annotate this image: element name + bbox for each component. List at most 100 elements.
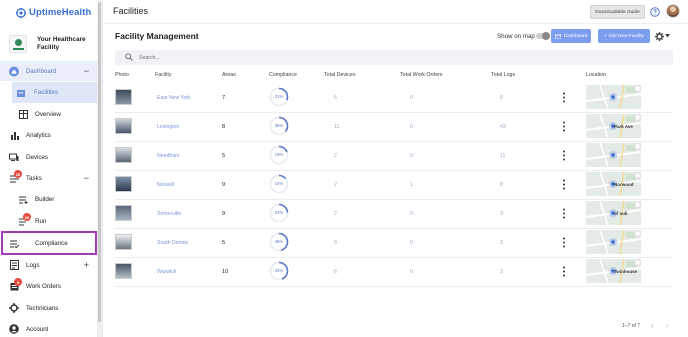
- search-bar[interactable]: [115, 50, 673, 65]
- location-map[interactable]: Twinhouse: [586, 259, 641, 283]
- facility-link[interactable]: Norwell: [157, 182, 174, 188]
- column-header-total-devices: Total Devices: [324, 72, 356, 78]
- total-work-orders-value: 0: [410, 124, 413, 130]
- avatar[interactable]: [666, 4, 680, 18]
- sidebar-item-label: Technicians: [26, 304, 59, 312]
- total-devices-value: 9: [334, 240, 337, 246]
- sidebar-item-label: Dashboard: [26, 67, 57, 75]
- sidebar-item-logs[interactable]: Logs +: [0, 255, 97, 275]
- total-logs-value: 8: [500, 182, 503, 188]
- facility-link[interactable]: Warwick: [157, 269, 176, 275]
- more-options-icon[interactable]: [562, 266, 566, 277]
- areas-value: 9: [222, 182, 226, 188]
- total-work-orders-value: 0: [410, 211, 413, 217]
- sidebar-item-label: Overview: [35, 110, 61, 118]
- pagination-text: 1–7 of 7: [622, 323, 641, 329]
- previous-page-button[interactable]: ‹: [651, 321, 654, 330]
- settings-menu[interactable]: [655, 30, 673, 42]
- sidebar-item-devices[interactable]: Devices: [0, 147, 97, 167]
- location-map[interactable]: Park Ave: [586, 114, 641, 138]
- table-row[interactable]: Norwell 9 14% 2 1 8 Norwood: [115, 171, 673, 200]
- location-map[interactable]: Norwood: [586, 172, 641, 196]
- areas-value: 10: [222, 269, 229, 275]
- compliance-percent: 31%: [274, 94, 284, 99]
- compliance-ring: 36%: [269, 116, 289, 136]
- facility-photo: [115, 263, 132, 279]
- add-facility-button[interactable]: + Add New Facility: [598, 29, 650, 43]
- brand-name: UptimeHealth: [29, 7, 92, 18]
- total-devices-value: 6: [334, 269, 337, 275]
- chart-icon: [9, 130, 19, 140]
- more-options-icon[interactable]: [562, 208, 566, 219]
- more-options-icon[interactable]: [562, 237, 566, 248]
- more-options-icon[interactable]: [562, 179, 566, 190]
- facility-photo: [115, 205, 132, 221]
- collapse-icon[interactable]: −: [84, 173, 89, 183]
- sidebar-item-facilities[interactable]: Facilities: [12, 82, 97, 103]
- total-devices-value: 2: [334, 182, 337, 188]
- sidebar-item-builder[interactable]: Builder: [0, 189, 97, 209]
- help-icon[interactable]: [650, 7, 660, 17]
- sidebar-item-run[interactable]: 26 Run: [0, 211, 97, 231]
- facility-management-title: Facility Management: [115, 31, 199, 41]
- next-page-button[interactable]: ›: [666, 321, 669, 330]
- sidebar-item-analytics[interactable]: Analytics: [0, 125, 97, 145]
- sidebar-item-dashboard[interactable]: Dashboard −: [0, 61, 97, 81]
- sidebar-scrollbar[interactable]: [97, 0, 102, 337]
- sidebar-item-technicians[interactable]: Technicians: [0, 298, 97, 318]
- show-on-map-label: Show on map: [497, 33, 535, 40]
- table-row[interactable]: Somerville 9 24% 2 0 3 of Indi: [115, 200, 673, 229]
- facility-name-line1: Your Healthcare: [37, 35, 86, 43]
- devices-icon: [9, 152, 19, 162]
- map-label: Twinhouse: [614, 269, 638, 274]
- facility-link[interactable]: Lexington: [157, 124, 180, 130]
- more-options-icon[interactable]: [562, 150, 566, 161]
- sidebar-item-work-orders[interactable]: 5 Work Orders: [0, 276, 97, 296]
- location-map[interactable]: [586, 85, 641, 109]
- sidebar-item-account[interactable]: Account: [0, 319, 97, 337]
- facility-selector[interactable]: Your Healthcare Facility: [5, 28, 97, 60]
- facility-photo: [115, 89, 132, 105]
- search-input[interactable]: [139, 52, 439, 63]
- table-row[interactable]: Needham 5 19% 2 0 11: [115, 142, 673, 171]
- facility-photo: [115, 234, 132, 250]
- areas-value: 5: [222, 153, 226, 159]
- sidebar-item-label: Devices: [26, 153, 49, 161]
- downloadable-guide-button[interactable]: Downloadable Guide: [590, 5, 645, 19]
- table-row[interactable]: South Dennis 5 46% 9 0 3: [115, 229, 673, 258]
- page-title: Facilities: [113, 6, 149, 16]
- compliance-ring: 24%: [269, 203, 289, 223]
- work-orders-badge: 5: [14, 278, 22, 286]
- location-map[interactable]: [586, 230, 641, 254]
- facility-link[interactable]: East New York: [157, 95, 191, 101]
- brand[interactable]: UptimeHealth: [16, 7, 91, 18]
- app-root: UptimeHealth Your Healthcare Facility Da…: [0, 0, 688, 337]
- location-map[interactable]: of Indi: [586, 201, 641, 225]
- more-options-icon[interactable]: [562, 121, 566, 132]
- facility-link[interactable]: Needham: [157, 153, 180, 159]
- dashboard-button-label: Dashboard: [563, 33, 588, 39]
- facility-link[interactable]: South Dennis: [157, 240, 188, 246]
- table-row[interactable]: Warwick 10 44% 6 0 3 Twinhouse: [115, 258, 673, 287]
- compliance-percent: 14%: [274, 181, 284, 186]
- scrollbar-thumb[interactable]: [98, 2, 101, 322]
- dashboard-button[interactable]: Dashboard: [551, 29, 591, 43]
- gear-icon: [655, 31, 664, 41]
- map-label: of Indi: [614, 211, 628, 216]
- sidebar-item-label: Run: [35, 217, 47, 225]
- run-badge: 26: [23, 213, 31, 221]
- sidebar-item-overview[interactable]: Overview: [0, 104, 97, 124]
- more-options-icon[interactable]: [562, 92, 566, 103]
- total-work-orders-value: 0: [410, 240, 413, 246]
- total-logs-value: 3: [500, 240, 503, 246]
- sidebar-item-tasks[interactable]: 26 Tasks −: [0, 168, 97, 188]
- expand-icon[interactable]: +: [84, 260, 89, 270]
- collapse-icon[interactable]: −: [84, 66, 89, 76]
- facility-link[interactable]: Somerville: [157, 211, 181, 217]
- total-logs-value: 3: [500, 269, 503, 275]
- table-row[interactable]: East New York 7 31% 6 0 8: [115, 84, 673, 113]
- location-map[interactable]: [586, 143, 641, 167]
- table-row[interactable]: Lexington 8 36% 11 0 43 Park Ave: [115, 113, 673, 142]
- show-on-map-toggle[interactable]: [536, 32, 550, 40]
- total-devices-value: 2: [334, 211, 337, 217]
